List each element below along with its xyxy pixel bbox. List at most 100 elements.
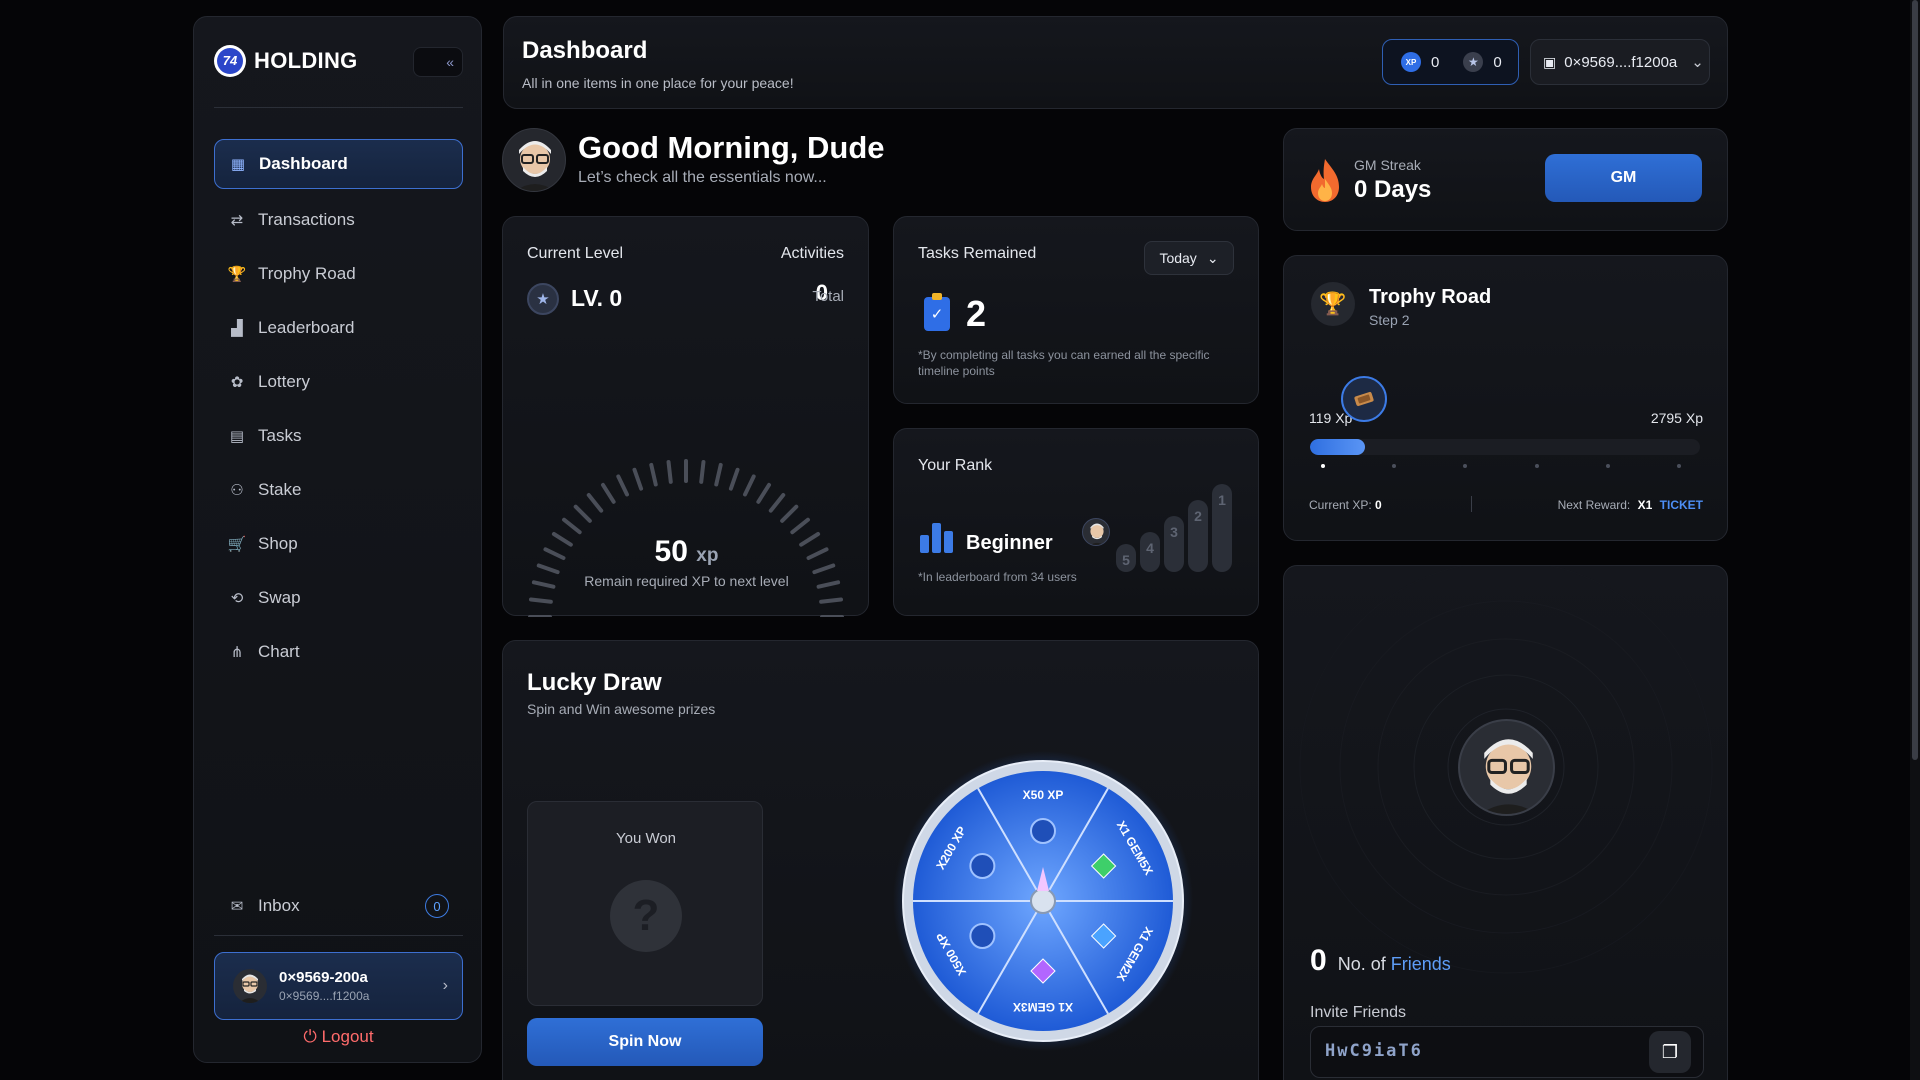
xp-unit: xp	[696, 545, 719, 566]
brand-logo[interactable]: 74 HOLDING	[214, 45, 358, 77]
points-pill[interactable]: XP 0 ★ 0	[1382, 39, 1519, 85]
gauge-tick	[586, 493, 604, 513]
sidebar-item-chart[interactable]: ⋔ Chart	[214, 627, 463, 677]
wallet-icon: ▣	[1543, 53, 1557, 70]
podium-rank-3: 3	[1164, 516, 1184, 572]
scrollbar-thumb[interactable]	[1912, 0, 1918, 760]
wallet-dropdown[interactable]: ▣ 0×9569....f1200a ⌄	[1530, 39, 1710, 85]
your-rank-card: Your Rank Beginner *In leaderboard from …	[893, 428, 1259, 616]
leaderboard-icon: ▟	[231, 320, 243, 337]
gauge-tick	[666, 459, 673, 484]
lucky-draw-title: Lucky Draw	[527, 669, 662, 696]
friends-card: 0 No. of Friends Invite Friends HwC9iaT6…	[1283, 565, 1728, 1080]
swap-icon: ⟲	[230, 590, 244, 607]
gm-streak-label: GM Streak	[1354, 157, 1421, 173]
double-chevron-left-icon: «	[446, 54, 454, 70]
invite-code-field[interactable]: HwC9iaT6 ❐	[1310, 1026, 1704, 1078]
xp-icon: XP	[1401, 52, 1421, 72]
gauge-tick	[743, 474, 756, 497]
greeting-avatar[interactable]	[502, 128, 566, 192]
gauge-tick	[714, 462, 723, 487]
gauge-tick	[601, 482, 616, 504]
xp-coin-icon	[1030, 818, 1056, 844]
next-reward-label: Next Reward:	[1557, 498, 1631, 512]
gauge-tick	[699, 459, 706, 484]
level-star-icon: ★	[527, 283, 559, 315]
page-title: Dashboard	[522, 37, 648, 64]
logo-mark-icon: 74	[214, 45, 246, 77]
logout-label: Logout	[321, 1027, 374, 1046]
lucky-draw-card: Lucky Draw Spin and Win awesome prizes Y…	[502, 640, 1259, 1080]
sidebar-item-swap[interactable]: ⟲ Swap	[214, 573, 463, 623]
sidebar-item-dashboard[interactable]: ▦ Dashboard	[214, 139, 463, 189]
trophy-step-dots	[1321, 464, 1681, 468]
sidebar-item-transactions[interactable]: ⇄ Transactions	[214, 195, 463, 245]
greeting-title: Good Morning, Dude	[578, 130, 885, 165]
activities-total-label: Total	[812, 288, 844, 305]
brand-name: HOLDING	[254, 48, 358, 73]
milestone-ticket-icon[interactable]	[1341, 376, 1387, 422]
trophy-step: Step 2	[1369, 312, 1410, 328]
trophy-title: Trophy Road	[1369, 286, 1492, 308]
divider	[214, 107, 463, 108]
gauge-tick	[649, 462, 658, 487]
wheel-segment-label: X1 GEM3X	[1013, 1000, 1073, 1014]
next-reward: Next Reward: X1 TICKET	[1558, 498, 1703, 512]
sidebar-item-label: Chart	[258, 642, 300, 661]
you-won-box: You Won ?	[527, 801, 763, 1006]
sidebar-item-trophy-road[interactable]: 🏆 Trophy Road	[214, 249, 463, 299]
invite-code: HwC9iaT6	[1325, 1041, 1423, 1061]
sidebar-item-lottery[interactable]: ✿ Lottery	[214, 357, 463, 407]
divider	[214, 935, 463, 936]
current-xp-label: Current XP:	[1309, 498, 1372, 512]
gauge-tick	[790, 517, 810, 535]
copy-icon: ❐	[1661, 1041, 1679, 1062]
sidebar-item-shop[interactable]: 🛒 Shop	[214, 519, 463, 569]
tasks-remained-card: Tasks Remained Today ⌄ ✓ 2 *By completin…	[893, 216, 1259, 404]
gauge-tick	[528, 597, 553, 604]
friends-count-label: No. of	[1337, 954, 1386, 974]
sidebar-item-label: Stake	[258, 480, 302, 499]
level-value: LV. 0	[571, 285, 623, 311]
step-dot	[1534, 464, 1539, 468]
step-dot	[1463, 464, 1468, 468]
tasks-filter-dropdown[interactable]: Today ⌄	[1144, 241, 1234, 275]
podium-rank-4: 4	[1140, 532, 1160, 572]
sidebar-item-label: Swap	[258, 588, 301, 607]
chevron-right-icon: ›	[442, 977, 448, 994]
wheel-hub	[1030, 888, 1056, 914]
gm-streak-card: GM Streak 0 Days GM	[1283, 128, 1728, 231]
sidebar-item-label: Transactions	[258, 210, 355, 229]
step-dot	[1392, 464, 1397, 468]
copy-button[interactable]: ❐	[1649, 1031, 1691, 1073]
gauge-tick	[573, 504, 592, 523]
gm-button[interactable]: GM	[1545, 154, 1702, 202]
cart-icon: 🛒	[227, 536, 247, 553]
divider	[1471, 496, 1472, 512]
gauge-tick	[819, 597, 844, 604]
collapse-sidebar-button[interactable]: «	[413, 47, 463, 77]
sidebar-item-stake[interactable]: ⚇ Stake	[214, 465, 463, 515]
clipboard-icon: ✓	[924, 293, 950, 331]
spin-now-button[interactable]: Spin Now	[527, 1018, 763, 1066]
sidebar-item-inbox[interactable]: ✉ Inbox 0	[214, 881, 463, 931]
sidebar: 74 HOLDING « ▦ Dashboard ⇄ Transactions 🏆 Tro…	[193, 16, 482, 1063]
rank-note: *In leaderboard from 34 users	[918, 570, 1077, 584]
gauge-tick	[632, 467, 644, 491]
friends-count-value: 0	[1310, 944, 1327, 977]
you-won-label: You Won	[615, 830, 677, 847]
sidebar-item-tasks[interactable]: ▤ Tasks	[214, 411, 463, 461]
sidebar-item-leaderboard[interactable]: ▟ Leaderboard	[214, 303, 463, 353]
tasks-filter-value: Today	[1159, 250, 1197, 266]
user-card[interactable]: 0×9569-200a 0×9569....f1200a ›	[214, 952, 463, 1020]
logout-button[interactable]: ⏻ Logout	[194, 1027, 483, 1047]
greeting-subtitle: Let’s check all the essentials now...	[578, 169, 827, 186]
step-dot	[1605, 464, 1610, 468]
invite-friends-label: Invite Friends	[1310, 1004, 1407, 1021]
question-mark-icon: ?	[610, 880, 682, 952]
current-level-card: Current Level Activities ★ LV. 0 0 Total…	[502, 216, 869, 617]
prize-wheel[interactable]: X50 XPX1 GEM5XX1 GEM2XX1 GEM3XX500 XPX20…	[893, 751, 1193, 1051]
rank-bars-icon	[920, 523, 953, 553]
podium-rank-5: 5	[1116, 544, 1136, 572]
friends-avatar	[1458, 719, 1555, 816]
